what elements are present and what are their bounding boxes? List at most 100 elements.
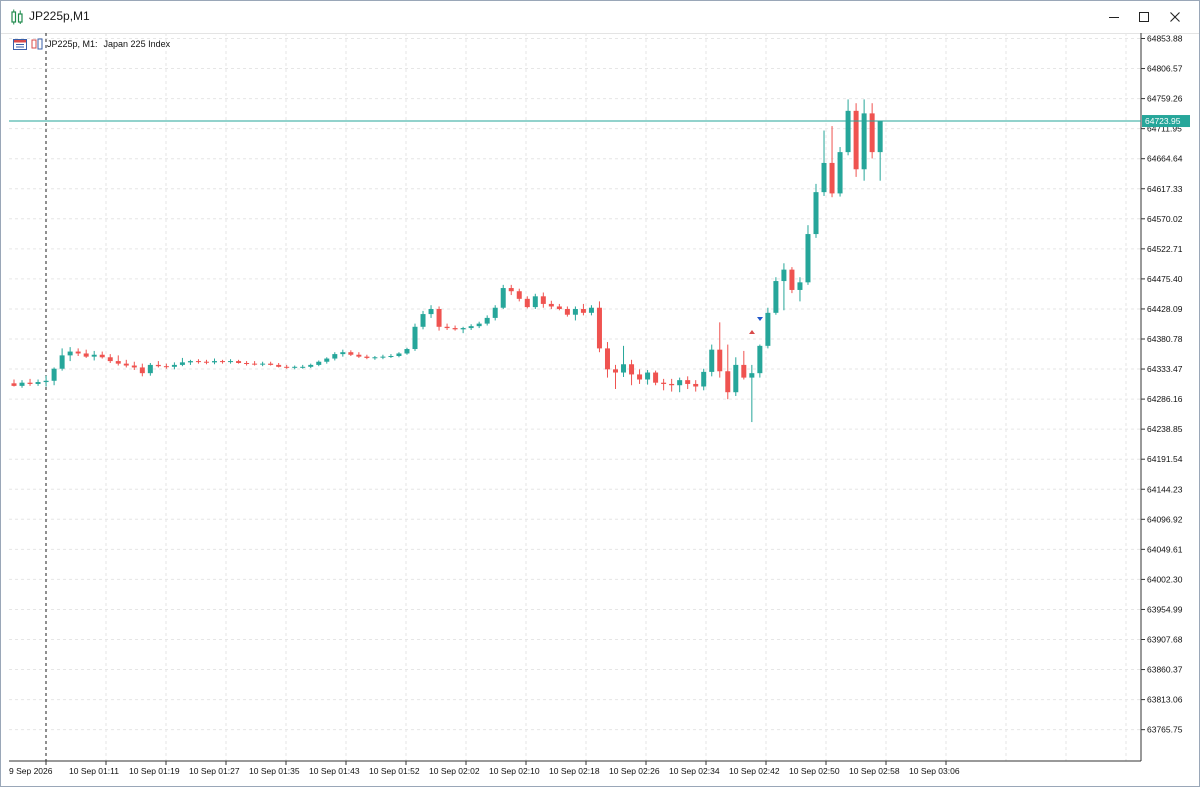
bearish-candle-body <box>107 357 113 362</box>
trade-list-icon[interactable] <box>13 38 27 50</box>
price-axis-label: 63907.68 <box>1147 635 1183 645</box>
bearish-candle-body <box>364 356 370 358</box>
bearish-candle-body <box>829 162 835 194</box>
minimize-icon <box>1109 17 1119 18</box>
chart-window-icon[interactable] <box>31 38 43 50</box>
chart-header: JP225p, M1: Japan 225 Index <box>13 37 170 51</box>
bearish-candle-body <box>27 382 33 384</box>
price-axis-label: 64617.33 <box>1147 184 1183 194</box>
price-axis-label: 64806.57 <box>1147 64 1183 74</box>
bearish-candle-body <box>236 361 242 363</box>
time-axis-label: 10 Sep 02:34 <box>669 766 720 776</box>
bullish-candle-body <box>572 309 578 315</box>
bullish-candle-body <box>292 366 298 368</box>
bullish-candle-body <box>460 328 466 330</box>
price-axis-label: 64096.92 <box>1147 514 1183 524</box>
candlestick-app-icon <box>11 9 23 25</box>
bearish-candle-body <box>452 328 458 330</box>
price-axis-label: 64286.16 <box>1147 394 1183 404</box>
bearish-candle-body <box>596 307 602 349</box>
close-button[interactable] <box>1158 1 1192 33</box>
title-bar[interactable]: JP225p,M1 <box>1 1 1199 34</box>
bullish-candle-body <box>19 382 25 386</box>
bearish-candle-body <box>508 288 514 292</box>
bearish-candle-body <box>516 291 522 299</box>
bearish-candle-body <box>789 269 795 290</box>
bullish-candle-body <box>171 364 177 367</box>
bullish-candle-body <box>773 281 779 313</box>
bearish-candle-body <box>163 366 169 368</box>
bearish-candle-body <box>436 309 442 327</box>
chart-canvas[interactable]: 64853.8864806.5764759.2664711.9564664.64… <box>9 33 1199 785</box>
time-axis-label: 10 Sep 02:10 <box>489 766 540 776</box>
time-axis-label: 9 Sep 2026 <box>9 766 53 776</box>
maximize-button[interactable] <box>1127 1 1161 33</box>
price-axis-label: 64759.26 <box>1147 94 1183 104</box>
bullish-candle-body <box>677 380 683 386</box>
bullish-candle-body <box>300 366 306 368</box>
bearish-candle-body <box>284 366 290 368</box>
bearish-candle-body <box>693 383 699 387</box>
bullish-candle-body <box>212 361 217 363</box>
time-axis-label: 10 Sep 03:06 <box>909 766 960 776</box>
bullish-candle-body <box>35 382 41 384</box>
price-axis-label: 64428.09 <box>1147 304 1183 314</box>
time-axis-label: 10 Sep 02:02 <box>429 766 480 776</box>
bullish-candle-body <box>805 234 811 283</box>
close-icon <box>1170 12 1180 22</box>
bullish-candle-body <box>324 358 330 362</box>
price-axis-label: 64853.88 <box>1147 34 1183 44</box>
bearish-candle-body <box>155 364 161 367</box>
bullish-candle-body <box>187 361 193 363</box>
bullish-candle-body <box>701 371 707 387</box>
bearish-candle-body <box>725 371 731 393</box>
bearish-candle-body <box>356 354 362 357</box>
bullish-candle-body <box>645 372 651 380</box>
bearish-candle-body <box>268 363 274 365</box>
bullish-candle-body <box>228 361 234 363</box>
time-axis-label: 10 Sep 01:19 <box>129 766 180 776</box>
bullish-candle-body <box>709 349 715 372</box>
bearish-candle-body <box>580 309 586 313</box>
window-title: JP225p,M1 <box>29 9 90 23</box>
maximize-icon <box>1139 12 1149 22</box>
bearish-candle-body <box>604 348 610 370</box>
bearish-candle-body <box>564 309 570 315</box>
bullish-candle-body <box>781 269 787 282</box>
price-axis-label: 64664.64 <box>1147 154 1183 164</box>
bearish-candle-body <box>131 365 137 368</box>
price-chart[interactable]: 64853.88 64806.57 64759.26 64711.95 64664.64… <box>9 33 1199 785</box>
minimize-button[interactable] <box>1097 1 1131 33</box>
bullish-candle-body <box>51 368 57 381</box>
price-axis-label: 63954.99 <box>1147 604 1183 614</box>
bearish-candle-body <box>637 374 643 380</box>
price-axis-label: 63860.37 <box>1147 665 1183 675</box>
bullish-candle-body <box>147 364 153 374</box>
price-axis-label: 64570.02 <box>1147 214 1183 224</box>
time-axis-label: 10 Sep 01:43 <box>309 766 360 776</box>
bearish-candle-body <box>195 361 201 363</box>
bullish-candle-body <box>67 351 73 356</box>
time-axis-label: 10 Sep 01:52 <box>369 766 420 776</box>
bearish-candle-body <box>115 361 121 364</box>
bearish-candle-body <box>613 369 618 373</box>
bearish-candle-body <box>741 364 747 378</box>
bearish-candle-body <box>869 113 875 153</box>
bullish-candle-body <box>797 282 803 290</box>
bullish-candle-body <box>484 317 490 324</box>
bearish-candle-body <box>661 382 667 384</box>
bullish-candle-body <box>340 352 346 355</box>
bearish-candle-body <box>123 363 129 366</box>
bullish-candle-body <box>845 110 851 153</box>
bearish-candle-body <box>75 351 81 354</box>
price-axis-label: 63765.75 <box>1147 725 1183 735</box>
bullish-candle-body <box>332 354 338 359</box>
chart-description: Japan 225 Index <box>103 39 171 49</box>
bullish-candle-body <box>396 353 402 357</box>
bearish-candle-body <box>220 361 226 363</box>
bullish-candle-body <box>428 309 434 315</box>
chart-window: JP225p,M1 64853.88 64806.57 64759.26 64711.… <box>0 0 1200 787</box>
bearish-candle-body <box>685 380 691 384</box>
bullish-candle-body <box>757 345 763 374</box>
buy-arrow-icon <box>749 330 755 334</box>
